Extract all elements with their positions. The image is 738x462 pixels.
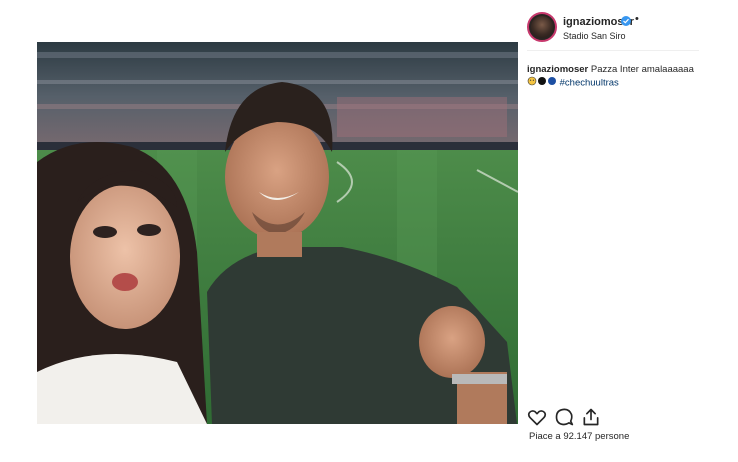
share-icon[interactable] bbox=[581, 407, 601, 427]
location-link[interactable]: Stadio San Siro bbox=[563, 31, 626, 41]
face-emoji-icon bbox=[527, 76, 537, 86]
hashtag-link[interactable]: #chechuultras bbox=[560, 78, 619, 89]
post-header: ignaziomoser • Stadio San Siro bbox=[527, 12, 707, 44]
caption-text: Pazza Inter amalaaaaaa bbox=[590, 64, 694, 75]
post-photo[interactable] bbox=[37, 42, 518, 424]
emoji-group bbox=[527, 76, 557, 90]
header-separator-dot: • bbox=[635, 13, 639, 25]
blue-circle-emoji-icon bbox=[548, 77, 556, 85]
heart-icon[interactable] bbox=[527, 407, 547, 427]
header-divider bbox=[527, 50, 699, 51]
selfie-photo-image bbox=[37, 42, 518, 424]
caption-username[interactable]: ignaziomoser bbox=[527, 64, 588, 75]
likes-count[interactable]: Piace a 92.147 persone bbox=[529, 431, 629, 442]
avatar[interactable] bbox=[527, 12, 557, 42]
caption: ignaziomoser Pazza Inter amalaaaaaa #che… bbox=[527, 63, 707, 90]
black-circle-emoji-icon bbox=[538, 77, 546, 85]
comment-bubble-icon[interactable] bbox=[554, 407, 574, 427]
post-actions bbox=[527, 407, 627, 429]
verified-badge-icon bbox=[621, 16, 631, 26]
